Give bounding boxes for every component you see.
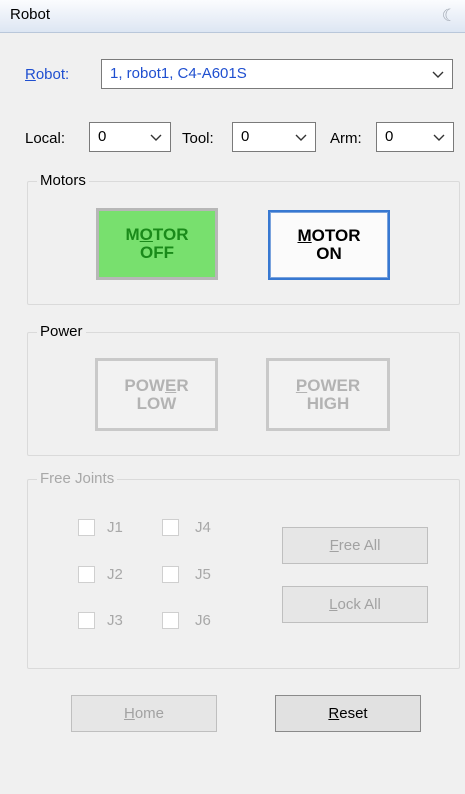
motor-on-button[interactable]: MOTOR ON [268, 210, 390, 280]
title-bar: Robot ☾ [0, 0, 465, 33]
joint-j5-checkbox[interactable] [162, 566, 179, 583]
local-select[interactable]: 0 [89, 122, 171, 152]
robot-select[interactable]: 1, robot1, C4-A601S [101, 59, 453, 89]
joint-j4-checkbox[interactable] [162, 519, 179, 536]
chevron-down-icon [295, 134, 307, 141]
joint-j3-checkbox[interactable] [78, 612, 95, 629]
power-group: Power [27, 324, 460, 456]
joint-j2-label: J2 [107, 566, 123, 583]
local-label: Local: [25, 130, 66, 147]
power-low-button[interactable]: POWER LOW [95, 358, 218, 431]
joint-j4-label: J4 [195, 519, 211, 536]
joint-j1-checkbox[interactable] [78, 519, 95, 536]
power-group-title: Power [40, 323, 83, 340]
free-joints-group-title: Free Joints [40, 470, 115, 487]
arm-label: Arm: [330, 130, 362, 147]
joint-j1-label: J1 [107, 519, 123, 536]
joint-j3-label: J3 [107, 612, 123, 629]
joint-j6-checkbox[interactable] [162, 612, 179, 629]
free-all-button[interactable]: Free All [282, 527, 428, 564]
joint-j5-label: J5 [195, 566, 211, 583]
joint-j2-checkbox[interactable] [78, 566, 95, 583]
tool-label: Tool: [182, 130, 214, 147]
home-button[interactable]: Home [71, 695, 217, 732]
pin-icon[interactable]: ☾ [442, 6, 457, 26]
tool-select-value: 0 [241, 128, 250, 145]
chevron-down-icon [150, 134, 162, 141]
tool-select[interactable]: 0 [232, 122, 316, 152]
power-high-button[interactable]: POWER HIGH [266, 358, 390, 431]
joint-j6-label: J6 [195, 612, 211, 629]
arm-select-value: 0 [385, 128, 394, 145]
local-select-value: 0 [98, 128, 107, 145]
chevron-down-icon [432, 71, 444, 78]
arm-select[interactable]: 0 [376, 122, 454, 152]
motors-group-title: Motors [40, 172, 86, 189]
motor-off-button[interactable]: MOTOR OFF [96, 208, 218, 280]
lock-all-button[interactable]: Lock All [282, 586, 428, 623]
robot-label: Robot: [25, 66, 70, 83]
window-title: Robot [10, 6, 51, 23]
reset-button[interactable]: Reset [275, 695, 421, 732]
motors-group: Motors [27, 173, 460, 305]
robot-select-value: 1, robot1, C4-A601S [110, 65, 247, 82]
chevron-down-icon [433, 134, 445, 141]
